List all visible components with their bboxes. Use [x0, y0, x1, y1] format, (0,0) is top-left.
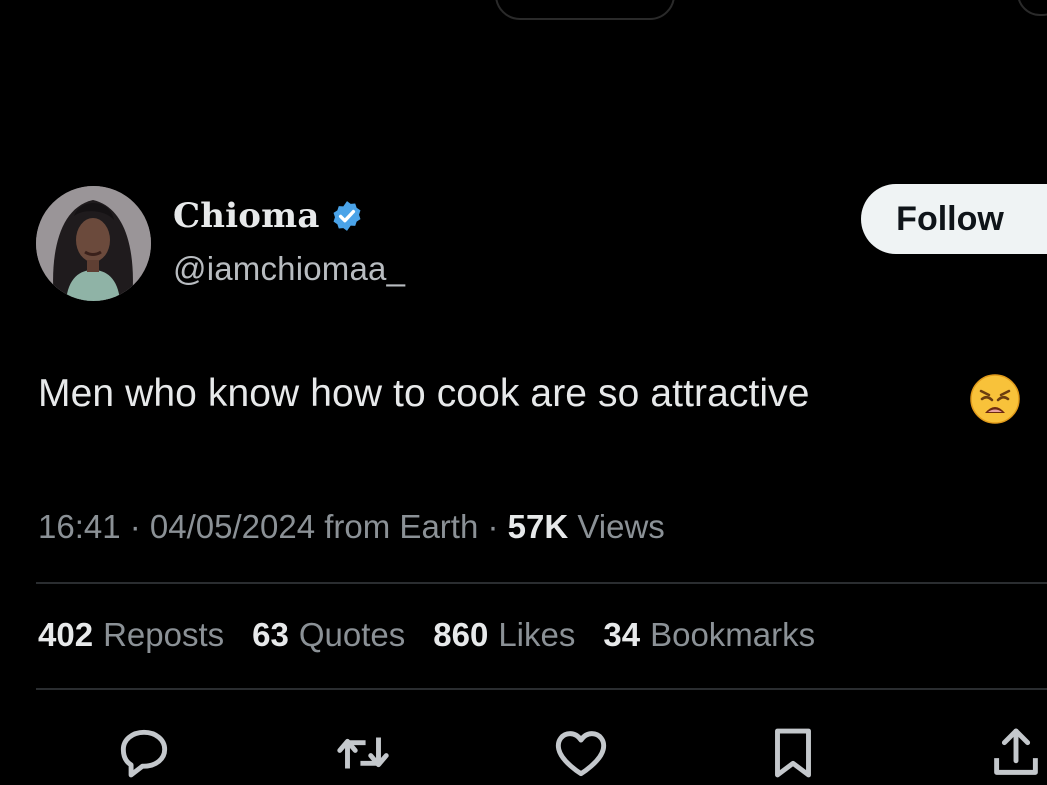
repost-button[interactable]: [332, 722, 394, 784]
likes-count: 860: [433, 616, 489, 653]
top-pill-button[interactable]: [495, 0, 675, 20]
tweet-detail-screen: Chioma @iamchiomaa_ Follow Men who know …: [0, 0, 1047, 785]
bookmark-icon: [775, 728, 811, 778]
reposts-label: Reposts: [103, 616, 225, 653]
meta-separator: ·: [120, 508, 150, 545]
reply-icon: [120, 729, 168, 778]
tweet-text: Men who know how to cook are so attracti…: [38, 372, 810, 415]
tweet-date: 04/05/2024: [149, 508, 316, 545]
reposts-stat[interactable]: 402 Reposts: [38, 616, 224, 654]
share-icon: [994, 728, 1038, 775]
reposts-count: 402: [38, 616, 94, 653]
likes-stat[interactable]: 860 Likes: [433, 616, 575, 654]
quotes-label: Quotes: [298, 616, 406, 653]
share-button[interactable]: [985, 722, 1047, 784]
tweet-time: 16:41: [38, 508, 121, 545]
top-corner-button[interactable]: [1017, 0, 1047, 16]
bookmarks-label: Bookmarks: [650, 616, 816, 653]
bookmark-button[interactable]: [762, 722, 824, 784]
follow-button[interactable]: Follow: [861, 184, 1047, 254]
tweet-meta: 16:41 · 04/05/2024 from Earth · 57K View…: [38, 508, 665, 546]
tweet-location: from Earth: [315, 508, 479, 545]
author-display-name[interactable]: Chioma: [173, 196, 320, 236]
like-icon: [555, 731, 607, 777]
verified-badge-icon: [333, 201, 361, 231]
author-handle[interactable]: @iamchiomaa_: [173, 250, 405, 288]
engagement-stats: 402 Reposts 63 Quotes 860 Likes 34 Bookmarks: [38, 616, 843, 654]
bookmarks-stat[interactable]: 34 Bookmarks: [603, 616, 815, 654]
weary-face-emoji-icon: [970, 374, 1020, 424]
meta-separator: ·: [478, 508, 508, 545]
bookmarks-count: 34: [603, 616, 641, 653]
divider: [36, 582, 1047, 584]
like-button[interactable]: [550, 722, 612, 784]
reply-button[interactable]: [113, 722, 175, 784]
quotes-count: 63: [252, 616, 289, 653]
avatar-portrait: [36, 186, 151, 301]
likes-label: Likes: [498, 616, 576, 653]
avatar[interactable]: [36, 186, 151, 301]
divider: [36, 688, 1047, 690]
views-label: Views: [568, 508, 665, 545]
repost-icon: [337, 737, 389, 769]
views-count: 57K: [507, 508, 569, 545]
quotes-stat[interactable]: 63 Quotes: [252, 616, 405, 654]
author-name-row: Chioma: [173, 196, 364, 236]
